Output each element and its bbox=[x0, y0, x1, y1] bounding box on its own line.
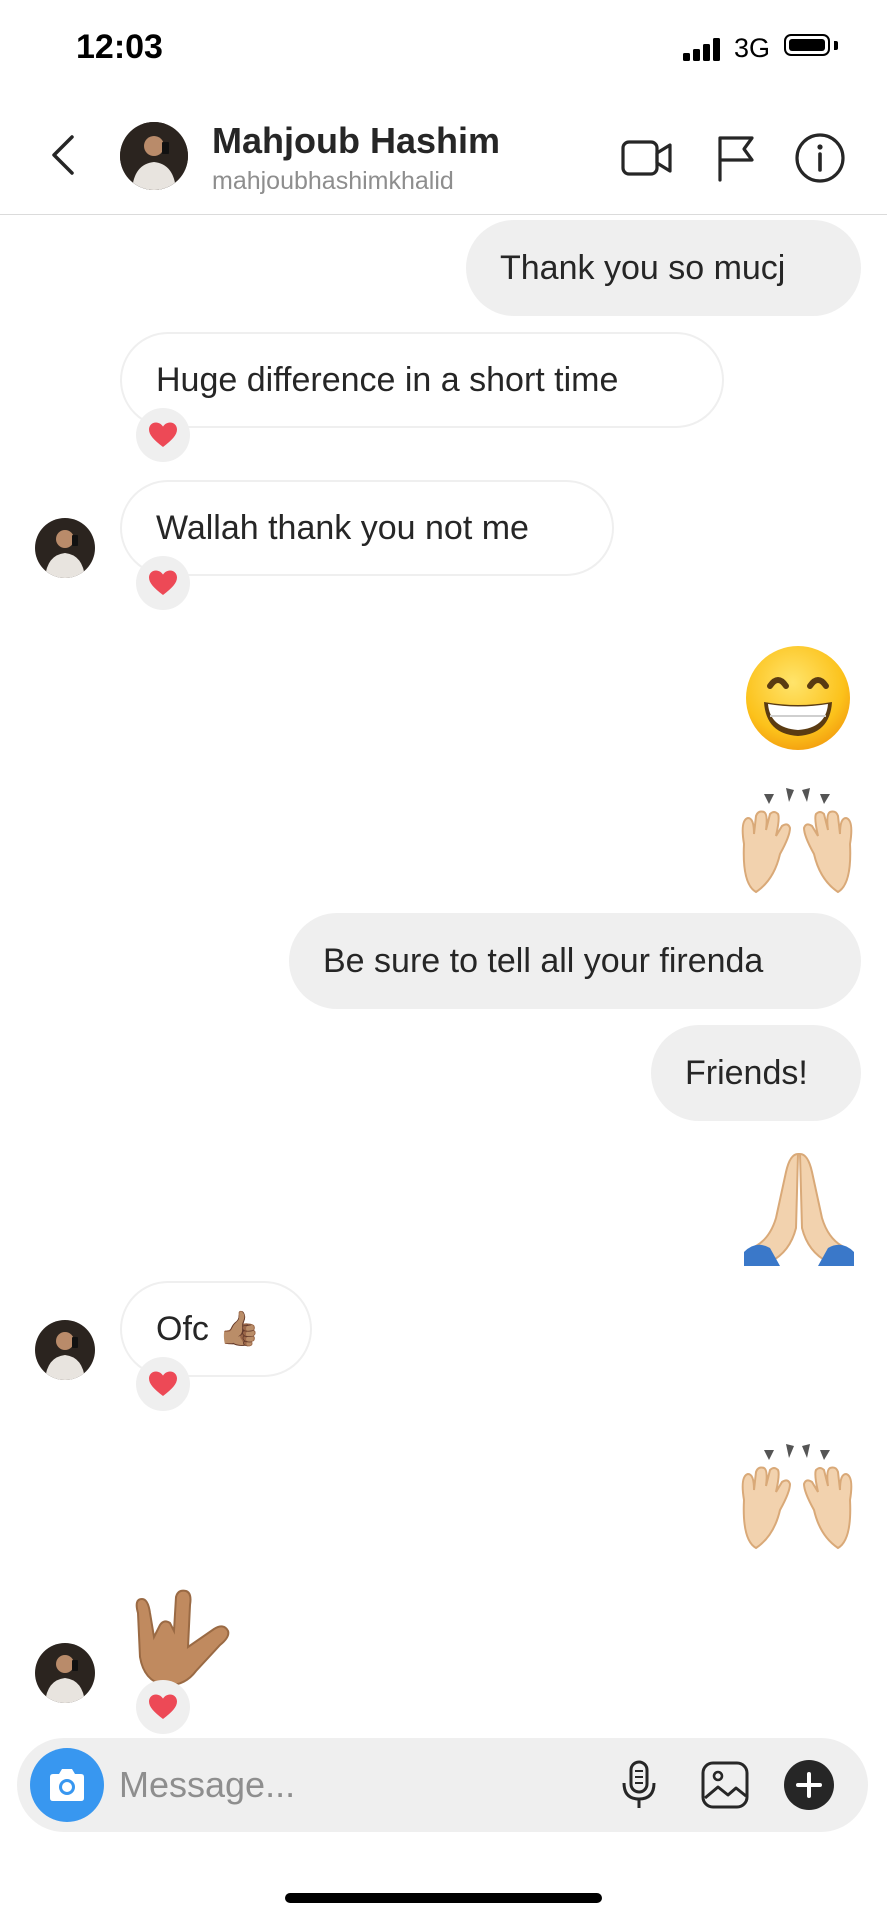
message-emoji-folded-hands[interactable] bbox=[740, 1148, 858, 1268]
message-bubble-outgoing[interactable]: Be sure to tell all your firenda bbox=[289, 913, 861, 1009]
message-bubble-outgoing[interactable]: Thank you so mucj bbox=[466, 220, 861, 316]
microphone-icon bbox=[622, 1760, 656, 1808]
sender-avatar[interactable] bbox=[35, 518, 95, 578]
voice-message-button[interactable] bbox=[612, 1758, 666, 1812]
more-options-button[interactable] bbox=[782, 1758, 836, 1812]
heart-icon bbox=[149, 570, 177, 595]
signal-strength-icon bbox=[683, 37, 725, 61]
report-button[interactable] bbox=[708, 130, 764, 186]
message-text: Be sure to tell all your firenda bbox=[323, 942, 764, 980]
video-call-button[interactable] bbox=[619, 130, 675, 186]
network-type: 3G bbox=[734, 33, 771, 63]
raising-hands-icon bbox=[741, 1444, 853, 1550]
message-reaction[interactable] bbox=[136, 408, 190, 462]
message-text: Ofc 👍🏽 bbox=[156, 1310, 261, 1348]
heart-icon bbox=[149, 1371, 177, 1396]
gallery-button[interactable] bbox=[698, 1758, 752, 1812]
message-emoji-love-you-gesture[interactable] bbox=[124, 1585, 240, 1695]
grinning-face-icon bbox=[746, 646, 850, 750]
raising-hands-icon bbox=[741, 788, 853, 894]
gallery-icon bbox=[701, 1761, 749, 1809]
message-bubble-incoming[interactable]: Huge difference in a short time bbox=[120, 332, 724, 428]
message-text: Wallah thank you not me bbox=[156, 509, 529, 547]
camera-icon bbox=[50, 1769, 84, 1801]
message-input[interactable] bbox=[119, 1738, 599, 1832]
message-emoji-grinning[interactable] bbox=[742, 642, 854, 754]
message-composer bbox=[17, 1738, 868, 1832]
message-emoji-raising-hands[interactable] bbox=[734, 784, 860, 904]
sender-avatar[interactable] bbox=[35, 1643, 95, 1703]
plus-icon bbox=[784, 1760, 834, 1810]
chat-header: Mahjoub Hashim mahjoubhashimkhalid bbox=[0, 100, 887, 215]
message-bubble-outgoing[interactable]: Friends! bbox=[651, 1025, 861, 1121]
message-emoji-raising-hands[interactable] bbox=[734, 1440, 860, 1560]
message-reaction[interactable] bbox=[136, 556, 190, 610]
video-call-icon bbox=[621, 140, 672, 176]
message-bubble-incoming[interactable]: Wallah thank you not me bbox=[120, 480, 614, 576]
message-reaction[interactable] bbox=[136, 1357, 190, 1411]
heart-icon bbox=[149, 1694, 177, 1719]
battery-icon bbox=[784, 34, 830, 56]
home-indicator[interactable] bbox=[285, 1893, 602, 1903]
contact-avatar[interactable] bbox=[120, 122, 188, 190]
back-chevron-icon bbox=[52, 135, 74, 175]
folded-hands-icon bbox=[744, 1152, 854, 1266]
heart-icon bbox=[149, 422, 177, 447]
message-text: Huge difference in a short time bbox=[156, 361, 619, 399]
message-text: Friends! bbox=[685, 1054, 808, 1092]
contact-username: mahjoubhashimkhalid bbox=[212, 167, 454, 195]
flag-icon bbox=[718, 136, 754, 182]
love-you-gesture-icon bbox=[135, 1589, 230, 1687]
contact-name[interactable]: Mahjoub Hashim bbox=[212, 120, 500, 162]
info-icon bbox=[795, 133, 845, 183]
message-reaction[interactable] bbox=[136, 1680, 190, 1734]
status-time: 12:03 bbox=[76, 28, 163, 66]
camera-button[interactable] bbox=[30, 1748, 104, 1822]
message-text: Thank you so mucj bbox=[500, 249, 786, 287]
status-bar: 12:03 3G bbox=[0, 0, 887, 100]
back-button[interactable] bbox=[38, 130, 88, 180]
battery-tip bbox=[834, 41, 838, 50]
info-button[interactable] bbox=[792, 130, 848, 186]
sender-avatar[interactable] bbox=[35, 1320, 95, 1380]
